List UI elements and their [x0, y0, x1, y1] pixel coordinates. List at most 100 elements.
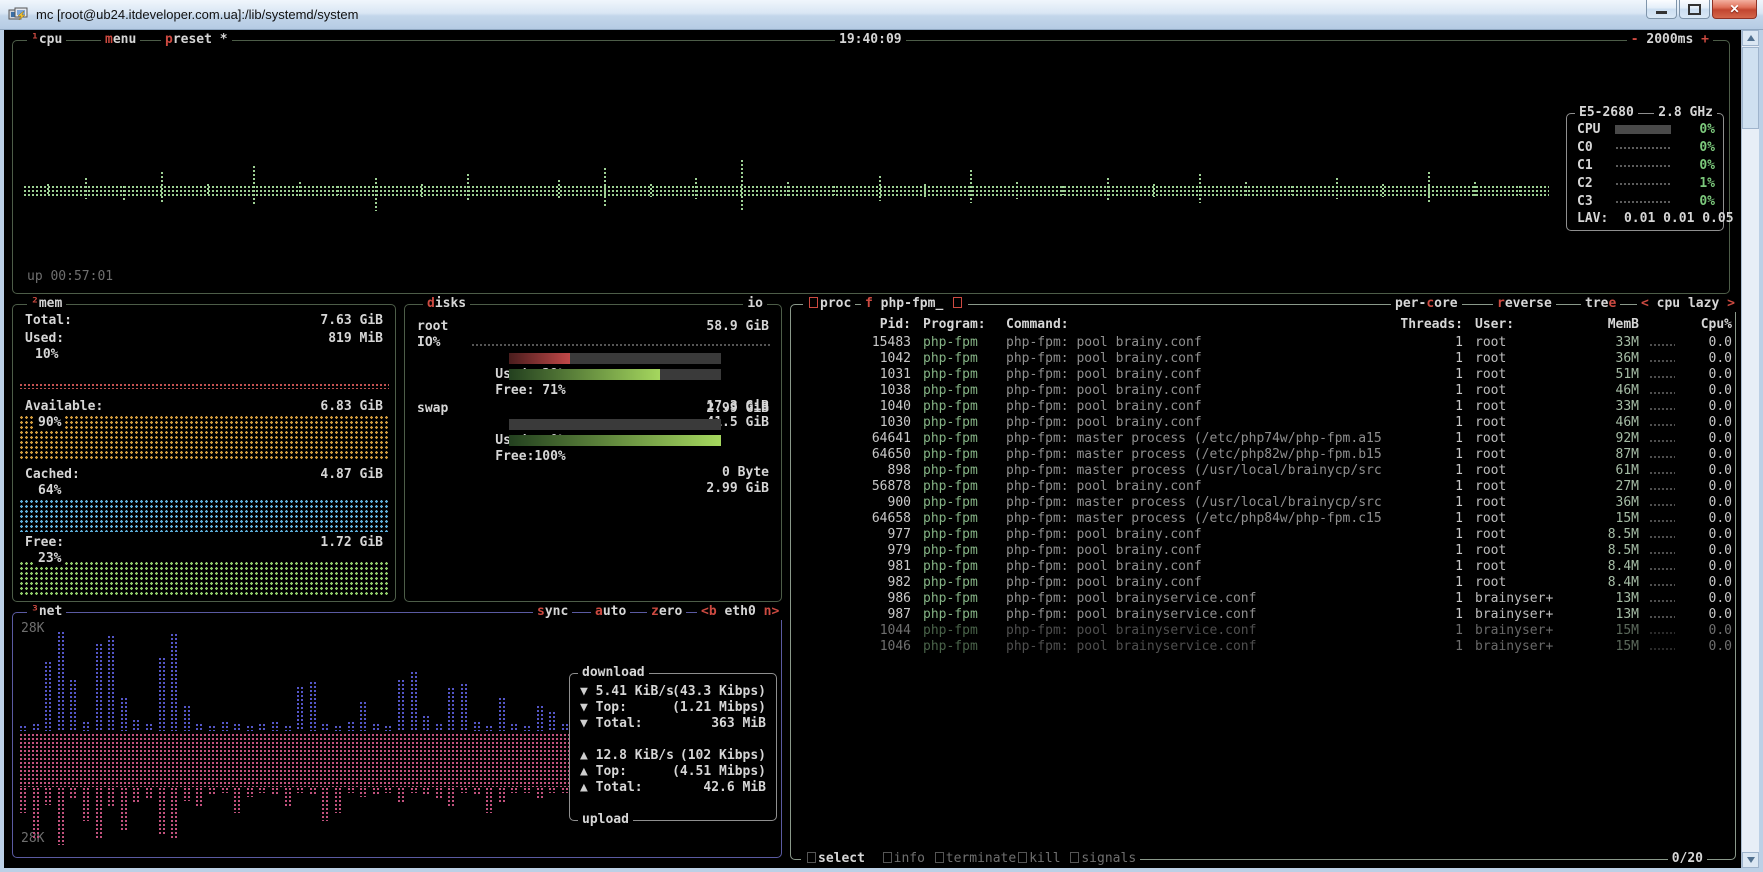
proc-cell-cpu: 0.0: [1672, 495, 1732, 511]
proc-cell-mem-meter: [1649, 503, 1675, 508]
proc-row[interactable]: 979php-fpmphp-fpm: pool brainy.conf1root…: [791, 543, 1735, 559]
proc-row[interactable]: 986php-fpmphp-fpm: pool brainyservice.co…: [791, 591, 1735, 607]
proc-row[interactable]: 1030php-fpmphp-fpm: pool brainy.conf1roo…: [791, 415, 1735, 431]
proc-cell-threads: 1: [1383, 415, 1463, 431]
proc-row[interactable]: 64658php-fpmphp-fpm: master process (/et…: [791, 511, 1735, 527]
terminate-action[interactable]: terminate: [946, 851, 1016, 866]
info-action[interactable]: info: [894, 851, 925, 866]
proc-cell-command: php-fpm: pool brainy.conf: [1006, 367, 1381, 383]
upload-graph-bar: [271, 787, 280, 795]
disks-box-title[interactable]: disks: [423, 296, 470, 312]
disk-used-bar: [509, 353, 721, 364]
disk-used-bar: [509, 419, 721, 430]
mem-cached-percent: 64%: [35, 483, 64, 499]
filter-input[interactable]: php-fpm_: [881, 296, 944, 311]
col-cpu[interactable]: Cpu%: [1672, 317, 1732, 333]
proc-row[interactable]: 64650php-fpmphp-fpm: master process (/et…: [791, 447, 1735, 463]
tree-toggle[interactable]: tree: [1581, 296, 1620, 312]
titlebar[interactable]: mc [root@ub24.itdeveloper.com.ua]:/lib/s…: [0, 0, 1763, 30]
cpu-graph-tick: [1427, 171, 1432, 203]
interval-minus[interactable]: -: [1631, 32, 1639, 47]
cpu-box-title[interactable]: ¹cpu: [27, 32, 66, 48]
proc-row[interactable]: 1044php-fpmphp-fpm: pool brainyservice.c…: [791, 623, 1735, 639]
sort-prev-button[interactable]: <: [1641, 296, 1649, 311]
terminal-scrollbar[interactable]: [1741, 30, 1759, 868]
net-auto-toggle[interactable]: auto: [591, 604, 630, 620]
cpu-graph-tick: [420, 183, 425, 197]
maximize-button[interactable]: [1679, 0, 1710, 19]
iface-prev-button[interactable]: <b: [701, 604, 717, 619]
cpu-graph-tick: [336, 185, 341, 195]
upload-graph-bar: [372, 787, 381, 795]
close-button[interactable]: ✕: [1712, 0, 1757, 19]
net-sync-toggle[interactable]: sync: [533, 604, 572, 620]
col-pid[interactable]: Pid:: [831, 317, 911, 333]
select-action[interactable]: select: [818, 851, 865, 866]
proc-row[interactable]: 1038php-fpmphp-fpm: pool brainy.conf1roo…: [791, 383, 1735, 399]
iface-next-button[interactable]: n>: [764, 604, 780, 619]
interval-plus[interactable]: +: [1701, 32, 1709, 47]
proc-cell-mem-meter: [1649, 519, 1675, 524]
per-core-toggle[interactable]: per-core: [1391, 296, 1462, 312]
col-threads[interactable]: Threads:: [1383, 317, 1463, 333]
cpu-graph-tick: [969, 169, 974, 203]
proc-row[interactable]: 898php-fpmphp-fpm: master process (/usr/…: [791, 463, 1735, 479]
proc-row[interactable]: 1042php-fpmphp-fpm: pool brainy.conf1roo…: [791, 351, 1735, 367]
proc-cell-command: php-fpm: pool brainy.conf: [1006, 559, 1381, 575]
col-command[interactable]: Command:: [1006, 317, 1069, 333]
download-graph-bar: [460, 683, 469, 731]
filter-clear-icon[interactable]: [953, 297, 962, 308]
proc-row[interactable]: 900php-fpmphp-fpm: master process (/usr/…: [791, 495, 1735, 511]
scroll-up-button[interactable]: [1742, 30, 1759, 46]
scroll-down-button[interactable]: [1742, 852, 1759, 868]
maximize-icon: [1688, 4, 1701, 15]
proc-row[interactable]: 982php-fpmphp-fpm: pool brainy.conf1root…: [791, 575, 1735, 591]
download-graph-bar: [158, 657, 167, 731]
io-toggle[interactable]: io: [743, 296, 767, 312]
proc-cell-command: php-fpm: pool brainyservice.conf: [1006, 623, 1381, 639]
proc-cell-pid: 1044: [831, 623, 911, 639]
proc-cell-command: php-fpm: pool brainy.conf: [1006, 479, 1381, 495]
upload-graph-bar: [44, 787, 53, 805]
download-graph-bar: [145, 723, 154, 731]
proc-row[interactable]: 1031php-fpmphp-fpm: pool brainy.conf1roo…: [791, 367, 1735, 383]
net-zero-toggle[interactable]: zero: [647, 604, 686, 620]
cpu-graph-tick: [1198, 173, 1203, 203]
proc-box-title[interactable]: proc: [803, 296, 855, 312]
col-user[interactable]: User:: [1475, 317, 1514, 333]
download-graph-bar: [321, 723, 330, 731]
proc-cell-user: root: [1475, 559, 1575, 575]
proc-row[interactable]: 981php-fpmphp-fpm: pool brainy.conf1root…: [791, 559, 1735, 575]
cpu-total-meter: [1615, 125, 1671, 134]
proc-row[interactable]: 987php-fpmphp-fpm: pool brainyservice.co…: [791, 607, 1735, 623]
proc-cell-cpu: 0.0: [1672, 591, 1732, 607]
cpu-graph-tick: [1473, 181, 1478, 197]
net-box-title[interactable]: ³net: [27, 604, 66, 620]
mem-used-label: Used:: [25, 331, 64, 347]
interval-control: - 2000ms +: [1627, 32, 1713, 48]
minimize-button[interactable]: [1646, 0, 1677, 19]
col-memb[interactable]: MemB: [1569, 317, 1639, 333]
proc-cell-mem: 15M: [1569, 623, 1639, 639]
proc-cell-cpu: 0.0: [1672, 447, 1732, 463]
proc-row[interactable]: 15483php-fpmphp-fpm: pool brainy.conf1ro…: [791, 335, 1735, 351]
sort-next-button[interactable]: >: [1727, 296, 1735, 311]
signals-action[interactable]: signals: [1081, 851, 1136, 866]
proc-filter[interactable]: f php-fpm_: [861, 296, 968, 312]
mem-box-title[interactable]: ²mem: [27, 296, 66, 312]
kill-action[interactable]: kill: [1029, 851, 1060, 866]
col-program[interactable]: Program:: [923, 317, 986, 333]
download-graph-bar: [523, 725, 532, 731]
scrollbar-thumb[interactable]: [1742, 47, 1759, 129]
proc-row[interactable]: 56878php-fpmphp-fpm: pool brainy.conf1ro…: [791, 479, 1735, 495]
reverse-toggle[interactable]: reverse: [1493, 296, 1556, 312]
preset-button[interactable]: preset *: [161, 32, 232, 48]
proc-cell-program: php-fpm: [923, 543, 1003, 559]
proc-row[interactable]: 977php-fpmphp-fpm: pool brainy.conf1root…: [791, 527, 1735, 543]
proc-row[interactable]: 64641php-fpmphp-fpm: master process (/et…: [791, 431, 1735, 447]
proc-cell-command: php-fpm: pool brainy.conf: [1006, 415, 1381, 431]
proc-row[interactable]: 1040php-fpmphp-fpm: pool brainy.conf1roo…: [791, 399, 1735, 415]
net-interface-switcher: <b eth0 n>: [697, 604, 783, 620]
proc-row[interactable]: 1046php-fpmphp-fpm: pool brainyservice.c…: [791, 639, 1735, 655]
menu-button[interactable]: menu: [101, 32, 140, 48]
